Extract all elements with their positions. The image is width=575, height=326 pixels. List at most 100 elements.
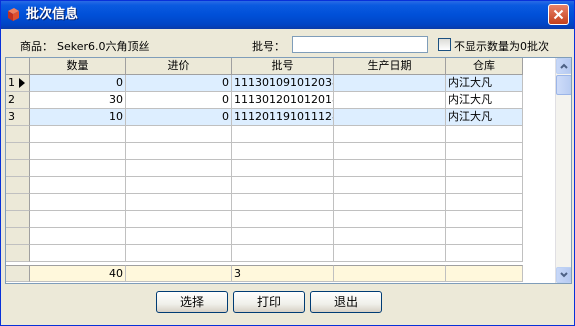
- empty-cell[interactable]: [126, 160, 232, 177]
- row-number: 3: [8, 110, 15, 123]
- batch-label: 批号：: [252, 40, 285, 53]
- row-header[interactable]: [6, 126, 30, 143]
- row-header[interactable]: [6, 228, 30, 245]
- empty-cell[interactable]: [232, 194, 334, 211]
- empty-cell[interactable]: [126, 194, 232, 211]
- empty-cell[interactable]: [334, 194, 446, 211]
- row-header[interactable]: 1: [6, 75, 30, 92]
- empty-cell[interactable]: [232, 160, 334, 177]
- empty-cell[interactable]: [446, 126, 523, 143]
- cell-warehouse[interactable]: 内江大凡: [446, 92, 523, 109]
- box-icon: [6, 7, 21, 22]
- print-button[interactable]: 打印: [233, 291, 305, 313]
- empty-cell[interactable]: [126, 211, 232, 228]
- row-header[interactable]: 3: [6, 109, 30, 126]
- close-button[interactable]: [548, 4, 569, 25]
- empty-cell[interactable]: [334, 160, 446, 177]
- row-header[interactable]: [6, 245, 30, 262]
- column-header-quantity[interactable]: 数量: [30, 58, 126, 75]
- empty-cell[interactable]: [30, 245, 126, 262]
- row-header[interactable]: [6, 143, 30, 160]
- empty-cell[interactable]: [126, 245, 232, 262]
- cell-quantity[interactable]: 30: [30, 92, 126, 109]
- hide-zero-label[interactable]: 不显示数量为0批次: [454, 38, 549, 54]
- cell-price[interactable]: 0: [126, 109, 232, 126]
- exit-button[interactable]: 退出: [310, 291, 382, 313]
- scroll-down-button[interactable]: [556, 267, 571, 283]
- batch-grid: 数量 进价 批号 生产日期 仓库 10011130109101203824内江大…: [5, 57, 572, 284]
- cell-batch[interactable]: 11130109101203824: [232, 75, 334, 92]
- row-header[interactable]: [6, 177, 30, 194]
- empty-cell[interactable]: [126, 177, 232, 194]
- footer-warehouse: [446, 265, 523, 282]
- empty-cell[interactable]: [30, 194, 126, 211]
- cell-batch[interactable]: 11130120101201814: [232, 92, 334, 109]
- column-header-production-date[interactable]: 生产日期: [334, 58, 446, 75]
- empty-cell[interactable]: [446, 160, 523, 177]
- product-name: Seker6.0六角顶丝: [57, 40, 150, 53]
- empty-cell[interactable]: [334, 245, 446, 262]
- empty-cell[interactable]: [232, 245, 334, 262]
- empty-cell[interactable]: [126, 228, 232, 245]
- cell-price[interactable]: 0: [126, 92, 232, 109]
- cell-warehouse[interactable]: 内江大凡: [446, 75, 523, 92]
- empty-cell[interactable]: [232, 126, 334, 143]
- empty-cell[interactable]: [30, 228, 126, 245]
- empty-cell[interactable]: [30, 211, 126, 228]
- empty-cell[interactable]: [126, 143, 232, 160]
- row-header[interactable]: 2: [6, 92, 30, 109]
- batch-search-input[interactable]: [292, 36, 428, 53]
- empty-cell[interactable]: [446, 245, 523, 262]
- column-header-batch[interactable]: 批号: [232, 58, 334, 75]
- empty-cell[interactable]: [334, 143, 446, 160]
- chevron-down-icon: [560, 272, 568, 278]
- batch-info-window: 批次信息 商品： Seker6.0六角顶丝 批号： 不显示数量为0批次 数量 进…: [0, 0, 575, 326]
- row-header[interactable]: [6, 194, 30, 211]
- empty-cell[interactable]: [232, 211, 334, 228]
- vertical-scrollbar[interactable]: [555, 58, 571, 283]
- cell-warehouse[interactable]: 内江大凡: [446, 109, 523, 126]
- empty-cell[interactable]: [446, 177, 523, 194]
- hide-zero-checkbox[interactable]: [438, 38, 451, 51]
- empty-cell[interactable]: [446, 228, 523, 245]
- cell-production-date[interactable]: [334, 92, 446, 109]
- footer-batch-count: 3: [232, 265, 334, 282]
- empty-cell[interactable]: [232, 228, 334, 245]
- chevron-up-icon: [560, 63, 568, 69]
- column-header-warehouse[interactable]: 仓库: [446, 58, 523, 75]
- empty-cell[interactable]: [232, 177, 334, 194]
- empty-cell[interactable]: [334, 126, 446, 143]
- cell-production-date[interactable]: [334, 75, 446, 92]
- scroll-up-button[interactable]: [556, 58, 571, 74]
- empty-cell[interactable]: [446, 211, 523, 228]
- empty-cell[interactable]: [30, 177, 126, 194]
- row-header[interactable]: [6, 211, 30, 228]
- title-bar[interactable]: 批次信息: [1, 1, 574, 29]
- empty-cell[interactable]: [334, 177, 446, 194]
- empty-cell[interactable]: [334, 228, 446, 245]
- empty-cell[interactable]: [30, 126, 126, 143]
- empty-cell[interactable]: [334, 211, 446, 228]
- empty-cell[interactable]: [232, 143, 334, 160]
- grid-corner: [6, 58, 30, 75]
- empty-cell[interactable]: [446, 143, 523, 160]
- select-button[interactable]: 选择: [156, 291, 228, 313]
- empty-cell[interactable]: [126, 126, 232, 143]
- footer-row-header: [6, 265, 30, 282]
- footer-total-quantity: 40: [30, 265, 126, 282]
- filter-bar: 商品： Seker6.0六角顶丝 批号： 不显示数量为0批次: [1, 29, 574, 57]
- empty-cell[interactable]: [30, 160, 126, 177]
- product-label: 商品：: [20, 40, 53, 53]
- scroll-thumb[interactable]: [556, 75, 571, 95]
- row-number: 2: [8, 93, 15, 106]
- row-header[interactable]: [6, 160, 30, 177]
- cell-price[interactable]: 0: [126, 75, 232, 92]
- column-header-price[interactable]: 进价: [126, 58, 232, 75]
- empty-cell[interactable]: [30, 143, 126, 160]
- cell-batch[interactable]: 11120119101112817: [232, 109, 334, 126]
- cell-quantity[interactable]: 10: [30, 109, 126, 126]
- current-row-pointer-icon: [19, 78, 25, 88]
- empty-cell[interactable]: [446, 194, 523, 211]
- cell-production-date[interactable]: [334, 109, 446, 126]
- cell-quantity[interactable]: 0: [30, 75, 126, 92]
